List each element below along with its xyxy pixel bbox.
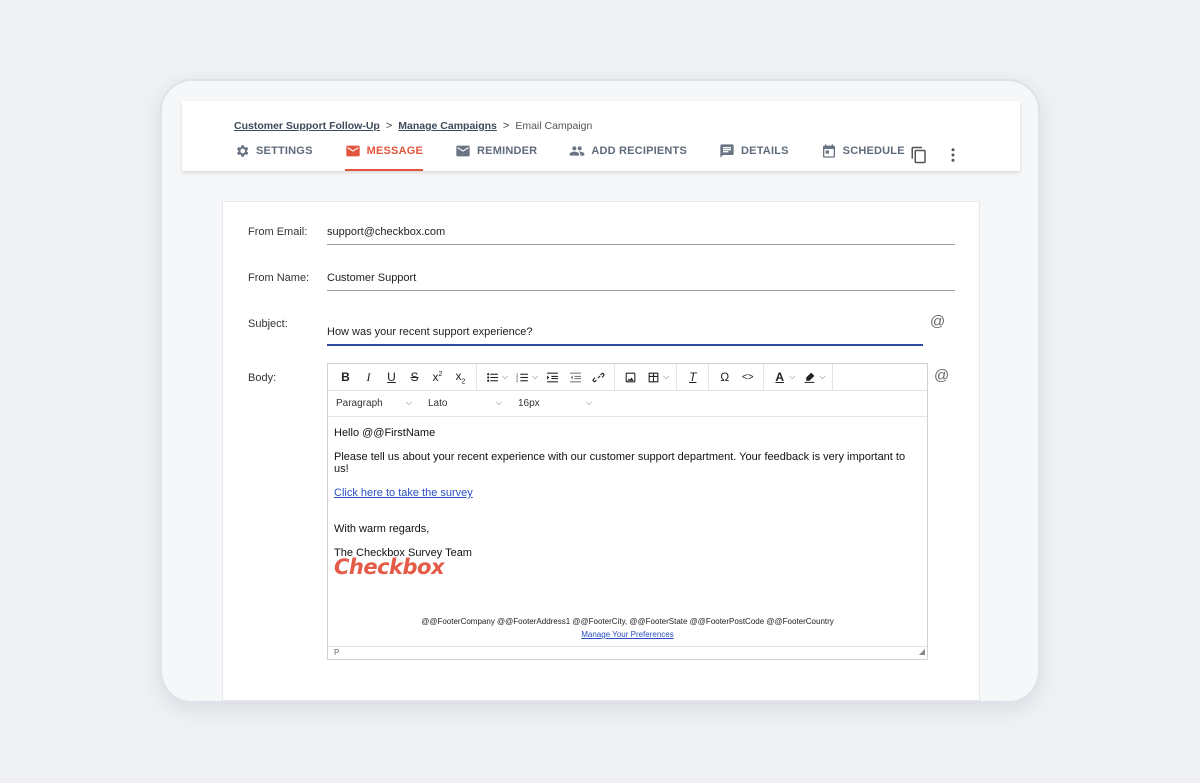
at-sign-icon[interactable]: @ xyxy=(930,313,945,330)
tab-settings[interactable]: SETTINGS xyxy=(234,143,313,171)
chevron-down-icon[interactable]: ⌵ xyxy=(819,372,825,382)
subscript-icon[interactable]: x2 xyxy=(449,369,472,385)
paragraph-select[interactable]: Paragraph ⌵ xyxy=(328,398,420,409)
manage-preferences-link[interactable]: Manage Your Preferences xyxy=(581,630,674,639)
select-value: Lato xyxy=(428,398,448,409)
underline-icon[interactable]: U xyxy=(380,370,403,384)
tab-label: MESSAGE xyxy=(366,145,424,157)
breadcrumb-current: Email Campaign xyxy=(515,120,593,132)
link-icon[interactable] xyxy=(587,370,610,384)
tab-schedule[interactable]: SCHEDULE xyxy=(821,143,905,171)
tab-label: SETTINGS xyxy=(256,145,313,157)
font-select[interactable]: Lato ⌵ xyxy=(420,398,510,409)
details-icon xyxy=(720,144,734,158)
from-email-label: From Email: xyxy=(248,226,308,238)
clear-format-icon[interactable]: T xyxy=(681,370,704,384)
envelope-icon xyxy=(345,145,360,157)
header-actions xyxy=(910,146,962,164)
bullet-list-icon[interactable] xyxy=(481,370,504,384)
tab-label: ADD RECIPIENTS xyxy=(591,145,688,157)
subject-field[interactable]: How was your recent support experience? xyxy=(327,326,923,346)
select-value: 16px xyxy=(518,398,540,409)
editor-content[interactable]: Hello @@FirstName Please tell us about y… xyxy=(328,417,927,647)
chevron-down-icon[interactable]: ⌵ xyxy=(502,372,508,382)
breadcrumb-manage-campaigns[interactable]: Manage Campaigns xyxy=(398,120,497,132)
from-name-field[interactable]: Customer Support xyxy=(327,272,955,291)
greeting-text: Hello @@FirstName xyxy=(334,427,436,439)
superscript-icon[interactable]: x2 xyxy=(426,370,449,384)
italic-icon[interactable]: I xyxy=(357,370,380,385)
breadcrumb: Customer Support Follow-Up > Manage Camp… xyxy=(234,120,592,132)
body-paragraph: Please tell us about your recent experie… xyxy=(334,451,906,475)
table-icon[interactable] xyxy=(642,370,665,384)
from-name-label: From Name: xyxy=(248,272,310,284)
message-form: From Email: support@checkbox.com From Na… xyxy=(222,201,980,701)
tab-label: DETAILS xyxy=(741,145,789,157)
calendar-icon xyxy=(822,144,835,158)
editor-format-bar: Paragraph ⌵ Lato ⌵ 16px ⌵ xyxy=(328,391,927,417)
chevron-down-icon[interactable]: ⌵ xyxy=(532,372,538,382)
indent-icon[interactable] xyxy=(541,370,564,384)
more-vert-icon[interactable] xyxy=(944,146,962,164)
gear-icon xyxy=(237,145,249,157)
chevron-down-icon[interactable]: ⌵ xyxy=(663,372,669,382)
tab-add-recipients[interactable]: ADD RECIPIENTS xyxy=(569,143,687,171)
chevron-down-icon: ⌵ xyxy=(405,398,412,407)
people-icon xyxy=(569,146,585,156)
tab-reminder[interactable]: REMINDER xyxy=(455,143,537,171)
outdent-icon[interactable] xyxy=(564,370,587,384)
checkbox-logo: Checkbox xyxy=(334,555,445,579)
breadcrumb-customer-support[interactable]: Customer Support Follow-Up xyxy=(234,120,380,132)
tab-label: REMINDER xyxy=(477,145,538,157)
chevron-down-icon: ⌵ xyxy=(585,398,592,407)
tab-bar: SETTINGS MESSAGE REMINDER ADD RECIPIENTS… xyxy=(234,143,937,171)
bold-icon[interactable]: B xyxy=(334,370,357,384)
body-label: Body: xyxy=(248,372,277,384)
numbered-list-icon[interactable]: 123 xyxy=(511,370,534,384)
subject-label: Subject: xyxy=(248,318,288,330)
chevron-right-icon: > xyxy=(385,120,393,132)
footer-address: @@FooterCompany @@FooterAddress1 @@Foote… xyxy=(421,617,834,626)
chevron-right-icon: > xyxy=(502,120,510,132)
editor-toolbar: B I U S x2 x2 ⌵ 123 ⌵ ⌵ T Ω <> A ⌵ ⌵ xyxy=(328,363,927,391)
code-icon[interactable]: <> xyxy=(736,372,759,383)
editor-statusbar: P ◢ xyxy=(328,646,927,659)
rich-text-editor: B I U S x2 x2 ⌵ 123 ⌵ ⌵ T Ω <> A ⌵ ⌵ Par… xyxy=(327,363,928,660)
page-header: Customer Support Follow-Up > Manage Camp… xyxy=(182,101,1020,171)
survey-link[interactable]: Click here to take the survey xyxy=(334,487,473,499)
at-sign-icon[interactable]: @ xyxy=(934,367,949,384)
tab-message[interactable]: MESSAGE xyxy=(344,143,424,171)
svg-text:3: 3 xyxy=(516,379,518,383)
copy-icon[interactable] xyxy=(910,146,928,164)
strikethrough-icon[interactable]: S xyxy=(403,370,426,384)
tab-details[interactable]: DETAILS xyxy=(719,143,789,171)
select-value: Paragraph xyxy=(336,398,383,409)
text-color-icon[interactable]: A xyxy=(768,370,791,384)
highlight-icon[interactable] xyxy=(798,370,821,384)
resize-handle-icon[interactable]: ◢ xyxy=(919,646,925,658)
from-email-field[interactable]: support@checkbox.com xyxy=(327,226,955,245)
element-path: P xyxy=(334,648,340,657)
font-size-select[interactable]: 16px ⌵ xyxy=(510,398,600,409)
device-frame: Customer Support Follow-Up > Manage Camp… xyxy=(160,79,1040,703)
closing-text: With warm regards, xyxy=(334,523,430,535)
chevron-down-icon: ⌵ xyxy=(495,398,502,407)
omega-icon[interactable]: Ω xyxy=(713,370,736,384)
chevron-down-icon[interactable]: ⌵ xyxy=(789,372,795,382)
envelope-icon xyxy=(456,145,470,157)
image-icon[interactable] xyxy=(619,370,642,384)
tab-label: SCHEDULE xyxy=(842,145,905,157)
